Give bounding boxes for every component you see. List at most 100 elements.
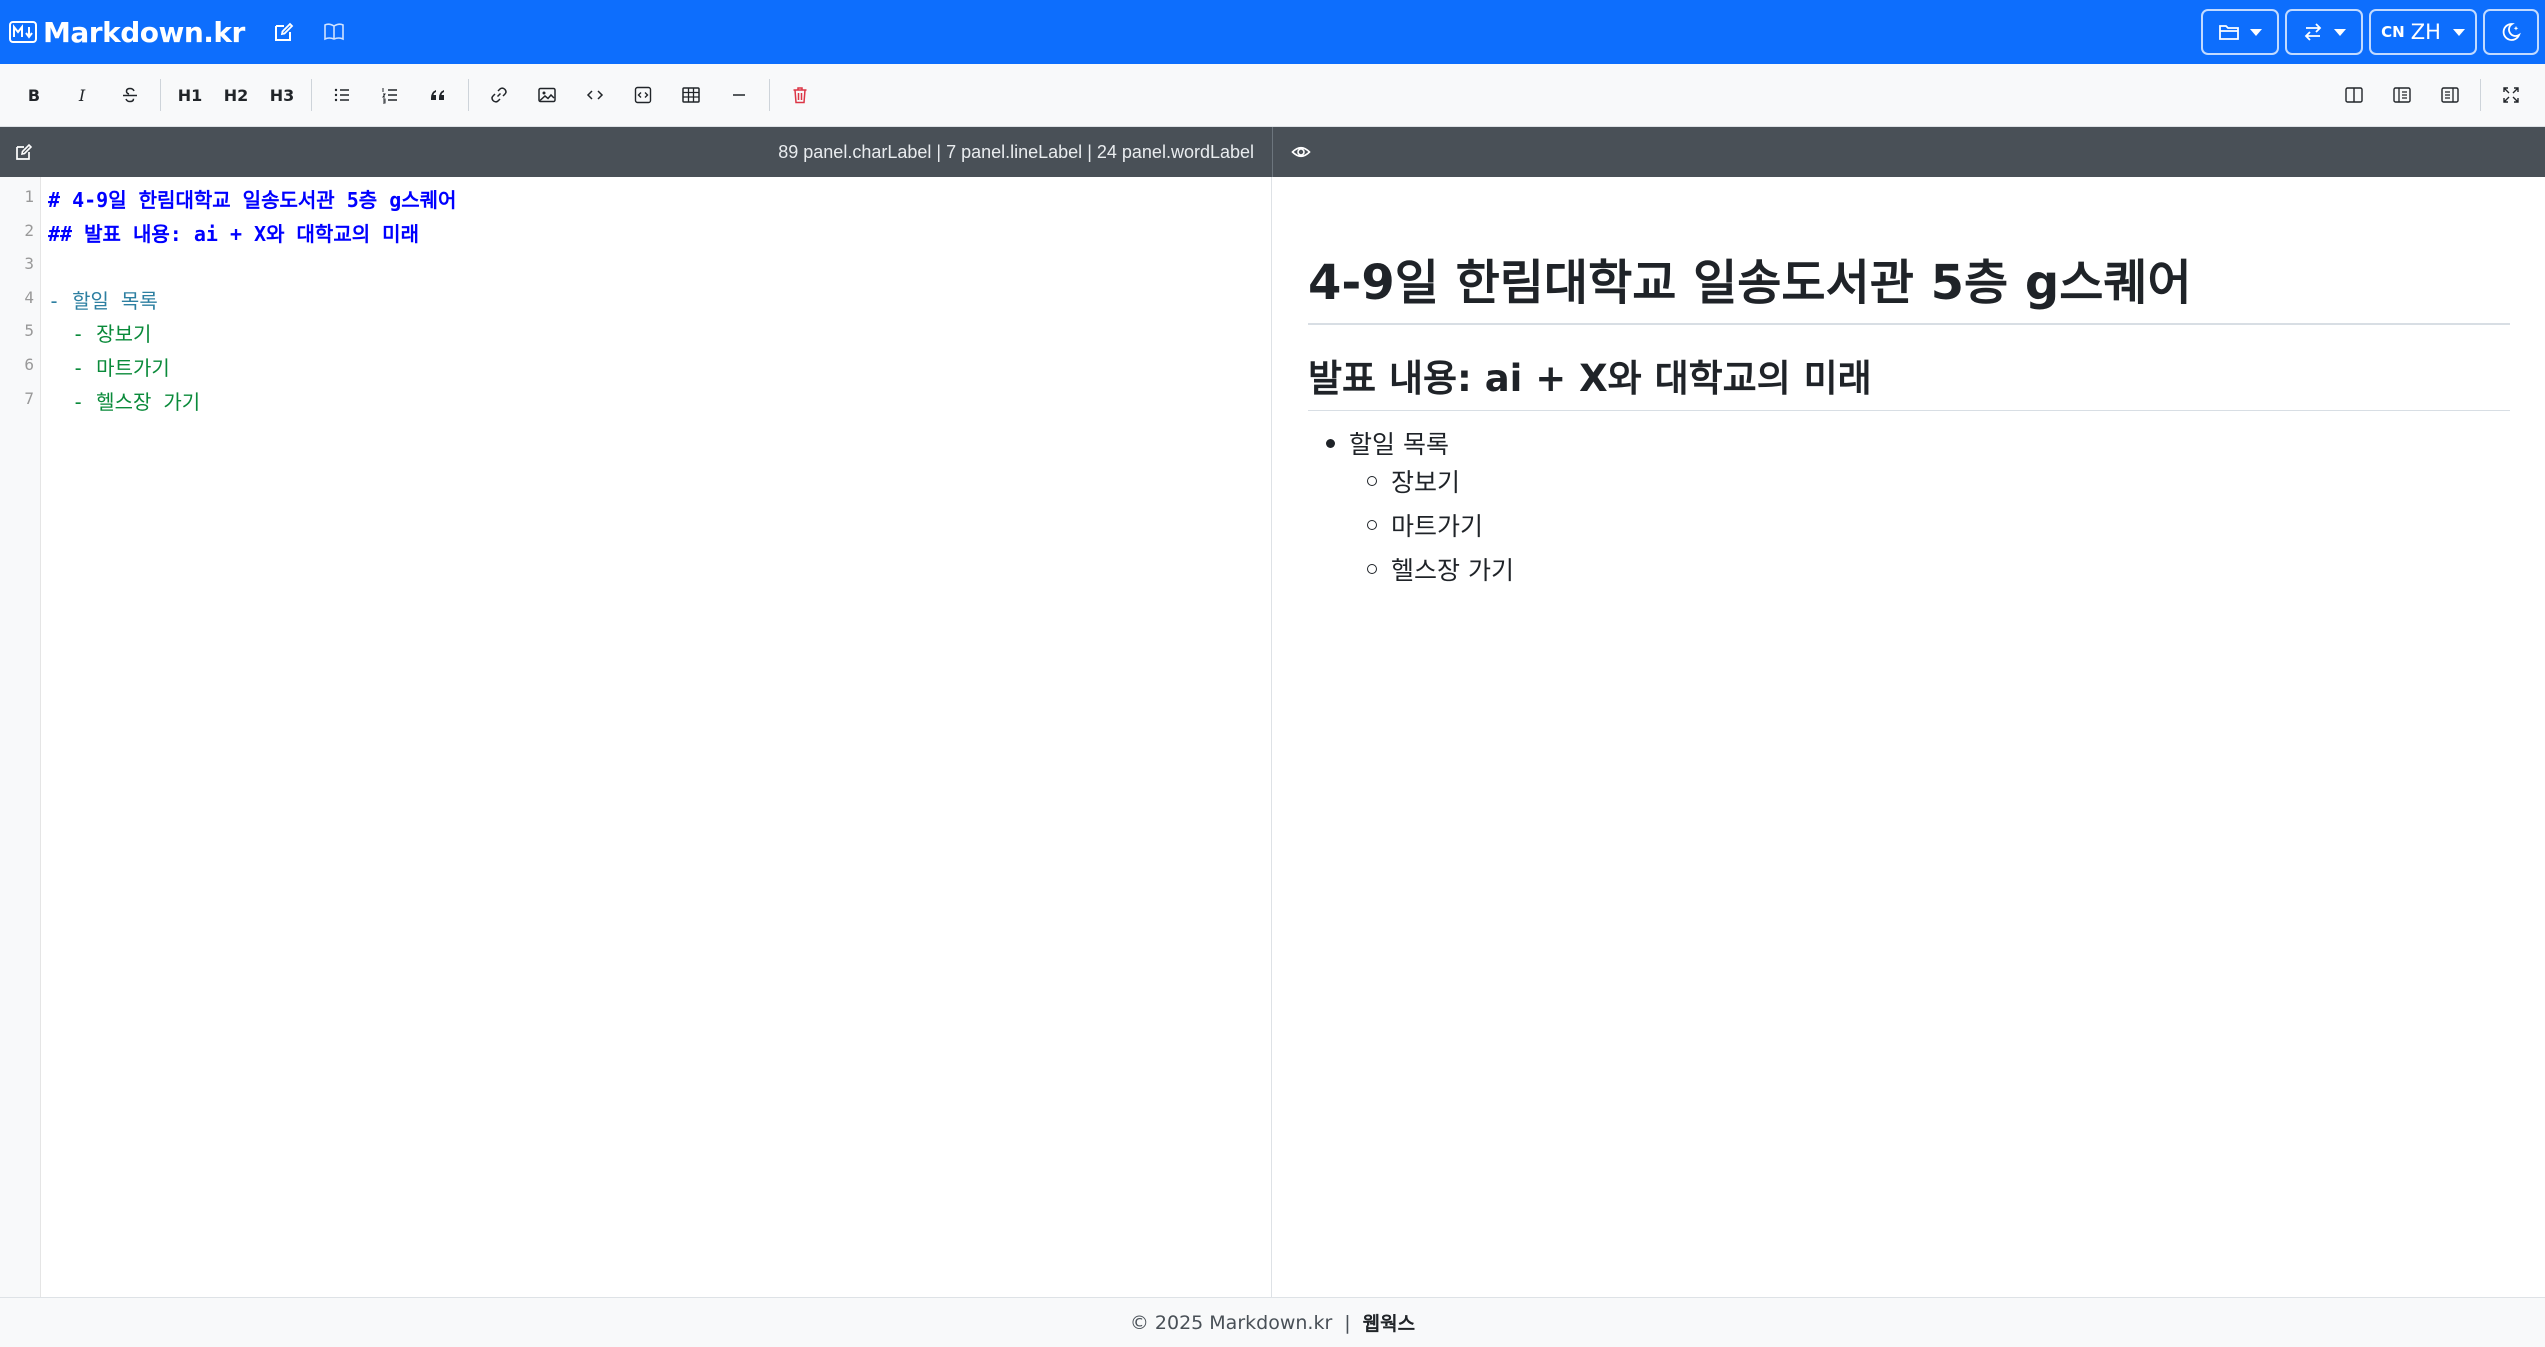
language-dropdown[interactable]: CN ZH <box>2369 9 2477 55</box>
footer: © 2025 Markdown.kr | 웹웍스 <box>0 1297 2545 1347</box>
char-count: 89 panel.charLabel <box>778 142 932 162</box>
convert-menu-dropdown[interactable] <box>2285 9 2363 55</box>
language-flag: CN <box>2381 23 2405 41</box>
quote-icon <box>431 90 444 100</box>
code-line[interactable]: ## 발표 내용: ai + X와 대학교의 미래 <box>48 218 419 247</box>
image-icon <box>538 87 556 103</box>
heading3-button[interactable]: H3 <box>259 75 305 115</box>
bullet-list-button[interactable] <box>318 75 366 115</box>
markdown-editor[interactable]: 1 2 3 4 5 6 7 # 4-9일 한림대학교 일송도서관 5층 g스퀘어… <box>0 177 1272 1297</box>
word-count: 24 panel.wordLabel <box>1096 142 1254 162</box>
editor-stats: 89 panel.charLabel | 7 panel.lineLabel |… <box>778 142 1254 163</box>
split-view-button[interactable] <box>2330 75 2378 115</box>
code-square-icon <box>634 86 652 104</box>
line-count: 7 panel.lineLabel <box>946 142 1083 162</box>
list-item-text: 헬스장 가기 <box>1391 556 1514 585</box>
fullscreen-button[interactable] <box>2487 75 2535 115</box>
editor-only-button[interactable] <box>2378 75 2426 115</box>
sub-list-item: 마트가기 <box>1367 507 1483 543</box>
preview-heading-2: 발표 내용: ai + X와 대학교의 미래 <box>1308 348 2510 411</box>
bold-button[interactable]: B <box>10 75 58 115</box>
caret-down-icon <box>2334 28 2346 36</box>
strikethrough-button[interactable] <box>106 75 154 115</box>
caret-down-icon <box>2452 28 2465 36</box>
ordered-list-button[interactable] <box>366 75 414 115</box>
list-item-text: 마트가기 <box>1391 512 1484 541</box>
line-number: 5 <box>24 321 34 340</box>
code-line[interactable]: - 할일 목록 <box>48 285 158 314</box>
list-ul-icon <box>334 88 349 102</box>
pencil-square-icon <box>274 22 294 41</box>
eye-icon <box>1291 146 1311 158</box>
layout-preview-icon <box>2441 87 2459 103</box>
link-button[interactable] <box>475 75 523 115</box>
layout-split-icon <box>2345 87 2363 103</box>
line-number: 2 <box>24 221 34 240</box>
code-line[interactable]: # 4-9일 한림대학교 일송도서관 5층 g스퀘어 <box>48 184 456 213</box>
preview-only-button[interactable] <box>2426 75 2474 115</box>
table-icon <box>682 87 700 103</box>
list-ol-icon <box>382 88 397 104</box>
footer-separator: | <box>1344 1311 1351 1334</box>
toolbar-divider <box>468 79 469 111</box>
heading2-button[interactable]: H2 <box>213 75 259 115</box>
caret-down-icon <box>2250 28 2262 36</box>
toolbar-divider <box>311 79 312 111</box>
clear-content-button[interactable] <box>776 75 824 115</box>
brand[interactable]: Markdown.kr <box>9 16 245 49</box>
fullscreen-icon <box>2503 87 2519 103</box>
sub-list-item: 헬스장 가기 <box>1367 551 1514 587</box>
preview-panel-header <box>1272 127 2545 177</box>
swap-arrows-icon <box>2304 23 2322 41</box>
line-number: 1 <box>24 187 34 206</box>
theme-toggle-button[interactable] <box>2483 9 2539 55</box>
image-button[interactable] <box>523 75 571 115</box>
brand-name: Markdown.kr <box>43 15 245 49</box>
bullet-circle-icon <box>1367 476 1377 486</box>
list-item: 할일 목록 <box>1326 425 1449 461</box>
editor-panel-header: 89 panel.charLabel | 7 panel.lineLabel |… <box>0 127 1272 177</box>
line-number: 4 <box>24 288 34 307</box>
book-icon <box>324 23 344 41</box>
bullet-circle-icon <box>1367 564 1377 574</box>
code-block-button[interactable] <box>619 75 667 115</box>
line-number: 7 <box>24 389 34 408</box>
markdown-logo-icon <box>9 21 37 43</box>
edit-mode-button[interactable] <box>263 11 305 53</box>
markdown-preview: 4-9일 한림대학교 일송도서관 5층 g스퀘어 발표 내용: ai + X와 … <box>1272 177 2545 1297</box>
layout-editor-icon <box>2393 87 2411 103</box>
stats-separator: | <box>1082 142 1097 162</box>
horizontal-rule-button[interactable] <box>715 75 763 115</box>
inline-code-button[interactable] <box>571 75 619 115</box>
copyright-text: © 2025 Markdown.kr <box>1129 1311 1333 1334</box>
heading1-button[interactable]: H1 <box>167 75 213 115</box>
link-icon <box>491 87 507 103</box>
language-code: ZH <box>2410 20 2441 44</box>
bullet-disc-icon <box>1326 438 1335 448</box>
footer-link[interactable]: 웹웍스 <box>1363 1309 1415 1336</box>
list-item-text: 장보기 <box>1391 468 1461 497</box>
moon-stars-icon <box>2502 23 2521 41</box>
file-menu-dropdown[interactable] <box>2201 9 2279 55</box>
read-mode-button[interactable] <box>313 11 355 53</box>
dash-icon <box>733 94 745 96</box>
top-navbar: Markdown.kr CN ZH <box>0 0 2545 64</box>
strikethrough-icon <box>123 87 137 103</box>
preview-heading-1: 4-9일 한림대학교 일송도서관 5층 g스퀘어 <box>1308 243 2510 325</box>
code-line[interactable]: - 마트가기 <box>48 352 170 381</box>
formatting-toolbar: B I H1 H2 H3 <box>0 64 2545 127</box>
trash-icon <box>793 87 807 104</box>
sub-list-item: 장보기 <box>1367 463 1460 499</box>
bullet-circle-icon <box>1367 520 1377 530</box>
code-line[interactable]: - 장보기 <box>48 318 151 347</box>
italic-button[interactable]: I <box>58 75 106 115</box>
blockquote-button[interactable] <box>414 75 462 115</box>
line-number: 3 <box>24 254 34 273</box>
folder-icon <box>2219 25 2239 40</box>
toolbar-divider <box>2480 79 2481 111</box>
line-number-gutter: 1 2 3 4 5 6 7 <box>0 177 41 1297</box>
table-button[interactable] <box>667 75 715 115</box>
list-item-text: 할일 목록 <box>1349 430 1449 459</box>
toolbar-divider <box>160 79 161 111</box>
code-line[interactable]: - 헬스장 가기 <box>48 386 200 415</box>
